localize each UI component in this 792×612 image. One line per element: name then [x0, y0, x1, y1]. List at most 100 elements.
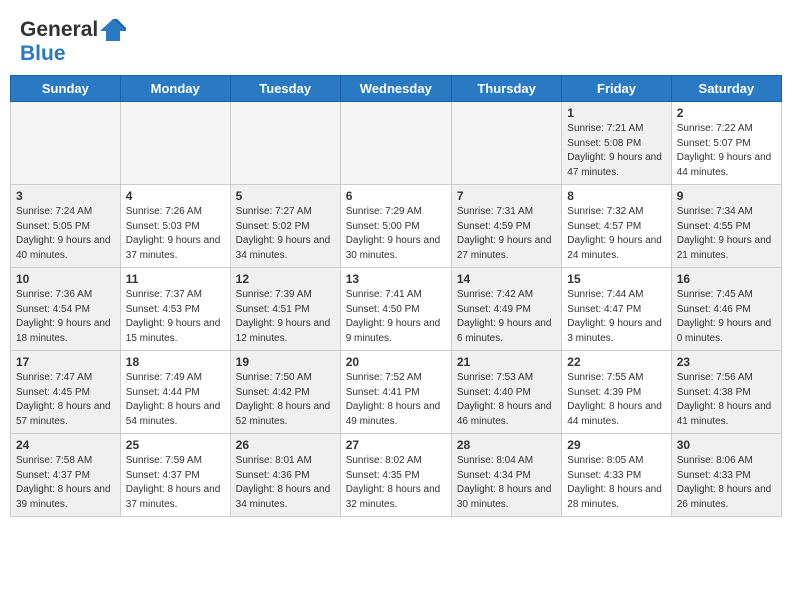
day-number: 21 [457, 355, 556, 369]
calendar-cell: 20Sunrise: 7:52 AM Sunset: 4:41 PM Dayli… [340, 351, 451, 434]
day-number: 1 [567, 106, 665, 120]
day-number: 14 [457, 272, 556, 286]
calendar-wrap: SundayMondayTuesdayWednesdayThursdayFrid… [0, 75, 792, 527]
day-number: 10 [16, 272, 115, 286]
day-header-friday: Friday [562, 76, 671, 102]
calendar-cell: 29 Sunrise: 8:05 AM Sunset: 4:33 PM Dayli… [562, 434, 671, 517]
calendar-cell: 7Sunrise: 7:31 AM Sunset: 4:59 PM Daylig… [451, 185, 561, 268]
calendar-cell: 5 Sunrise: 7:27 AM Sunset: 5:02 PM Daylig… [230, 185, 340, 268]
cell-info: Sunrise: 7:53 AM Sunset: 4:40 PM Dayligh… [457, 371, 556, 429]
cell-info: Sunrise: 7:27 AM Sunset: 5:02 PM Dayligh… [236, 205, 335, 263]
cell-info: Sunrise: 7:41 AM Sunset: 4:50 PM Dayligh… [346, 288, 446, 346]
day-header-sunday: Sunday [11, 76, 121, 102]
calendar-cell: 17 Sunrise: 7:47 AM Sunset: 4:45 PM Dayli… [11, 351, 121, 434]
calendar-cell: 2 Sunrise: 7:22 AM Sunset: 5:07 PM Daylig… [671, 102, 781, 185]
cell-info: Sunrise: 7:50 AM Sunset: 4:42 PM Dayligh… [236, 371, 335, 429]
cell-info: Sunrise: 8:05 AM Sunset: 4:33 PM Dayligh… [567, 454, 665, 512]
cell-info: Sunrise: 7:45 AM Sunset: 4:46 PM Dayligh… [677, 288, 776, 346]
cell-info: Sunrise: 7:56 AM Sunset: 4:38 PM Dayligh… [677, 371, 776, 429]
calendar-cell: 15Sunrise: 7:44 AM Sunset: 4:47 PM Dayli… [562, 268, 671, 351]
cell-info: Sunrise: 7:36 AM Sunset: 4:54 PM Dayligh… [16, 288, 115, 346]
day-number: 5 [236, 189, 335, 203]
day-number: 30 [677, 438, 776, 452]
cell-info: Sunrise: 7:22 AM Sunset: 5:07 PM Dayligh… [677, 122, 776, 180]
calendar-body: 1 Sunrise: 7:21 AM Sunset: 5:08 PM Daylig… [11, 102, 782, 517]
cell-info: Sunrise: 8:01 AM Sunset: 4:36 PM Dayligh… [236, 454, 335, 512]
day-number: 7 [457, 189, 556, 203]
day-number: 27 [346, 438, 446, 452]
day-number: 22 [567, 355, 665, 369]
day-header-tuesday: Tuesday [230, 76, 340, 102]
calendar-cell: 4 Sunrise: 7:26 AM Sunset: 5:03 PM Daylig… [120, 185, 230, 268]
day-number: 23 [677, 355, 776, 369]
cell-info: Sunrise: 7:21 AM Sunset: 5:08 PM Dayligh… [567, 122, 665, 180]
cell-info: Sunrise: 7:24 AM Sunset: 5:05 PM Dayligh… [16, 205, 115, 263]
cell-info: Sunrise: 7:58 AM Sunset: 4:37 PM Dayligh… [16, 454, 115, 512]
calendar-cell: 8 Sunrise: 7:32 AM Sunset: 4:57 PM Daylig… [562, 185, 671, 268]
cell-info: Sunrise: 7:55 AM Sunset: 4:39 PM Dayligh… [567, 371, 665, 429]
calendar-cell: 25 Sunrise: 7:59 AM Sunset: 4:37 PM Dayli… [120, 434, 230, 517]
day-number: 15 [567, 272, 665, 286]
cell-info: Sunrise: 7:29 AM Sunset: 5:00 PM Dayligh… [346, 205, 446, 263]
day-number: 28 [457, 438, 556, 452]
calendar-cell: 11Sunrise: 7:37 AM Sunset: 4:53 PM Dayli… [120, 268, 230, 351]
day-header-thursday: Thursday [451, 76, 561, 102]
calendar-cell: 26 Sunrise: 8:01 AM Sunset: 4:36 PM Dayli… [230, 434, 340, 517]
calendar-cell: 16Sunrise: 7:45 AM Sunset: 4:46 PM Dayli… [671, 268, 781, 351]
cell-info: Sunrise: 8:06 AM Sunset: 4:33 PM Dayligh… [677, 454, 776, 512]
cell-info: Sunrise: 7:32 AM Sunset: 4:57 PM Dayligh… [567, 205, 665, 263]
day-number: 4 [126, 189, 225, 203]
calendar-cell: 21 Sunrise: 7:53 AM Sunset: 4:40 PM Dayli… [451, 351, 561, 434]
cell-info: Sunrise: 7:34 AM Sunset: 4:55 PM Dayligh… [677, 205, 776, 263]
day-number: 20 [346, 355, 446, 369]
week-row-5: 24 Sunrise: 7:58 AM Sunset: 4:37 PM Dayli… [11, 434, 782, 517]
day-number: 25 [126, 438, 225, 452]
cell-info: Sunrise: 7:42 AM Sunset: 4:49 PM Dayligh… [457, 288, 556, 346]
logo: General Blue [20, 18, 126, 65]
day-number: 24 [16, 438, 115, 452]
calendar-cell [120, 102, 230, 185]
calendar-cell: 12 Sunrise: 7:39 AM Sunset: 4:51 PM Dayli… [230, 268, 340, 351]
week-row-2: 3 Sunrise: 7:24 AM Sunset: 5:05 PM Daylig… [11, 185, 782, 268]
cell-info: Sunrise: 8:04 AM Sunset: 4:34 PM Dayligh… [457, 454, 556, 512]
week-row-1: 1 Sunrise: 7:21 AM Sunset: 5:08 PM Daylig… [11, 102, 782, 185]
calendar-cell [230, 102, 340, 185]
day-number: 6 [346, 189, 446, 203]
calendar-cell: 13 Sunrise: 7:41 AM Sunset: 4:50 PM Dayli… [340, 268, 451, 351]
day-number: 2 [677, 106, 776, 120]
day-header-wednesday: Wednesday [340, 76, 451, 102]
calendar-cell [340, 102, 451, 185]
day-number: 3 [16, 189, 115, 203]
day-number: 8 [567, 189, 665, 203]
day-header-row: SundayMondayTuesdayWednesdayThursdayFrid… [11, 76, 782, 102]
cell-info: Sunrise: 7:47 AM Sunset: 4:45 PM Dayligh… [16, 371, 115, 429]
calendar-cell [11, 102, 121, 185]
week-row-3: 10 Sunrise: 7:36 AM Sunset: 4:54 PM Dayli… [11, 268, 782, 351]
calendar-cell: 1 Sunrise: 7:21 AM Sunset: 5:08 PM Daylig… [562, 102, 671, 185]
cell-info: Sunrise: 7:26 AM Sunset: 5:03 PM Dayligh… [126, 205, 225, 263]
calendar-cell: 14 Sunrise: 7:42 AM Sunset: 4:49 PM Dayli… [451, 268, 561, 351]
calendar-cell [451, 102, 561, 185]
calendar-cell: 24 Sunrise: 7:58 AM Sunset: 4:37 PM Dayli… [11, 434, 121, 517]
logo-general: General [20, 18, 98, 41]
cell-info: Sunrise: 7:49 AM Sunset: 4:44 PM Dayligh… [126, 371, 225, 429]
calendar-table: SundayMondayTuesdayWednesdayThursdayFrid… [10, 75, 782, 517]
day-number: 12 [236, 272, 335, 286]
day-number: 29 [567, 438, 665, 452]
day-number: 13 [346, 272, 446, 286]
logo-icon [100, 19, 126, 41]
day-number: 19 [236, 355, 335, 369]
calendar-cell: 3 Sunrise: 7:24 AM Sunset: 5:05 PM Daylig… [11, 185, 121, 268]
calendar-cell: 28 Sunrise: 8:04 AM Sunset: 4:34 PM Dayli… [451, 434, 561, 517]
day-number: 26 [236, 438, 335, 452]
page-header: General Blue [0, 0, 792, 75]
calendar-cell: 10 Sunrise: 7:36 AM Sunset: 4:54 PM Dayli… [11, 268, 121, 351]
day-number: 17 [16, 355, 115, 369]
week-row-4: 17 Sunrise: 7:47 AM Sunset: 4:45 PM Dayli… [11, 351, 782, 434]
calendar-cell: 19 Sunrise: 7:50 AM Sunset: 4:42 PM Dayli… [230, 351, 340, 434]
calendar-cell: 6 Sunrise: 7:29 AM Sunset: 5:00 PM Daylig… [340, 185, 451, 268]
day-number: 11 [126, 272, 225, 286]
calendar-cell: 22 Sunrise: 7:55 AM Sunset: 4:39 PM Dayli… [562, 351, 671, 434]
cell-info: Sunrise: 7:39 AM Sunset: 4:51 PM Dayligh… [236, 288, 335, 346]
cell-info: Sunrise: 7:59 AM Sunset: 4:37 PM Dayligh… [126, 454, 225, 512]
